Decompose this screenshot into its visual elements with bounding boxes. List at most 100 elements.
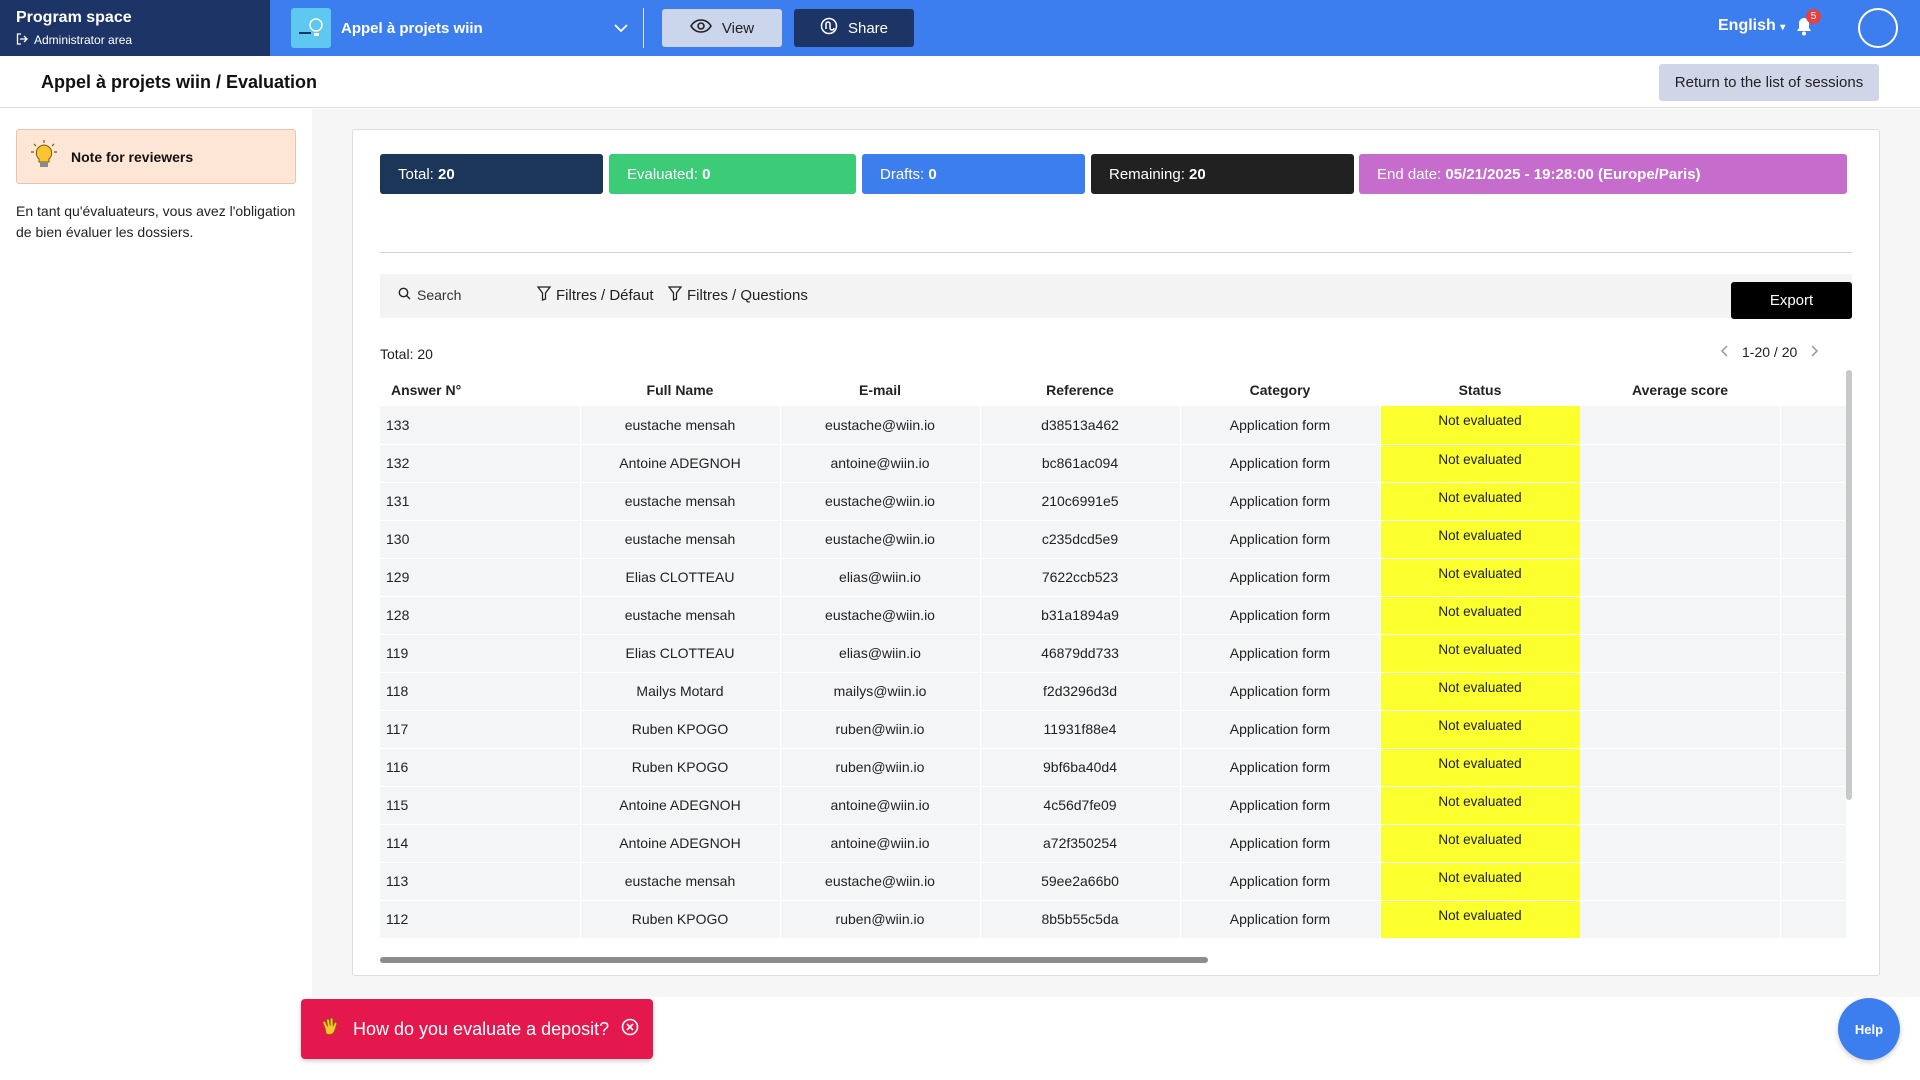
how-to-evaluate-label: How do you evaluate a deposit? [353,1018,610,1039]
full-name-cell: Mailys Motard [580,672,781,711]
reference-cell: 46879dd733 [980,634,1181,673]
table-row[interactable]: 113 eustache mensah eustache@wiin.io 59ee2a… [380,862,1846,901]
column-header[interactable]: Answer N° [380,374,580,406]
column-header[interactable]: Category [1180,374,1380,406]
page-title: Appel à projets wiin / Evaluation [41,72,318,92]
search-input[interactable]: Search [398,287,461,303]
close-circle-icon[interactable] [621,1018,639,1041]
table-row[interactable]: 117 Ruben KPOGO ruben@wiin.io 11931f88e4 App… [380,710,1846,749]
full-name-cell: eustache mensah [580,596,781,635]
row-spacer-cell [1780,786,1846,825]
chevron-right-icon[interactable] [1811,344,1819,360]
full-name-cell: eustache mensah [580,520,781,559]
table-row[interactable]: 131 eustache mensah eustache@wiin.io 210c69… [380,482,1846,521]
table-row[interactable]: 133 eustache mensah eustache@wiin.io d38513… [380,406,1846,445]
table-row[interactable]: 112 Ruben KPOGO ruben@wiin.io 8b5b55c5da App… [380,900,1846,939]
reference-cell: f2d3296d3d [980,672,1181,711]
reference-cell: c235dcd5e9 [980,520,1181,559]
status-cell: Not evaluated [1380,520,1581,559]
reference-cell: 8b5b55c5da [980,900,1181,939]
column-header[interactable]: Reference [980,374,1180,406]
status-cell: Not evaluated [1380,862,1581,901]
average-score-cell [1580,558,1781,597]
stat-remaining-value: 20 [1189,165,1206,183]
share-button[interactable]: Share [794,9,914,47]
search-placeholder: Search [417,287,462,303]
average-score-cell [1580,900,1781,939]
waving-hand-icon [319,1016,341,1043]
category-cell: Application form [1180,786,1381,825]
answer-number-cell: 116 [380,748,581,787]
return-to-sessions-button[interactable]: Return to the list of sessions [1659,64,1879,101]
divider [380,252,1852,253]
column-header[interactable]: Full Name [580,374,780,406]
row-spacer-cell [1780,482,1846,521]
stat-total: Total: 20 [380,154,603,194]
table-row[interactable]: 132 Antoine ADEGNOH antoine@wiin.io bc861ac… [380,444,1846,483]
table-row[interactable]: 116 Ruben KPOGO ruben@wiin.io 9bf6ba40d4 App… [380,748,1846,787]
search-icon [398,287,411,303]
category-cell: Application form [1180,406,1381,445]
filter-default-label: Filtres / Défaut [556,287,654,304]
table-row[interactable]: 114 Antoine ADEGNOH antoine@wiin.io a72f350… [380,824,1846,863]
stat-end-label: End date: [1377,165,1442,183]
stat-evaluated-value: 0 [702,165,711,183]
answer-number-cell: 131 [380,482,581,521]
horizontal-scrollbar[interactable] [380,957,1208,963]
project-selector[interactable]: Appel à projets wiin [291,8,632,48]
stat-drafts-label: Drafts: [880,165,925,183]
answer-number-cell: 133 [380,406,581,445]
filter-default-button[interactable]: Filtres / Défaut [536,286,654,305]
view-button[interactable]: View [662,9,782,47]
administrator-area-link[interactable]: Administrator area [16,32,254,48]
chevron-left-icon[interactable] [1720,344,1728,360]
user-avatar[interactable] [1858,8,1898,48]
reference-cell: 59ee2a66b0 [980,862,1181,901]
filter-questions-button[interactable]: Filtres / Questions [667,286,808,305]
note-text: En tant qu'évaluateurs, vous avez l'obli… [16,203,296,240]
average-score-cell [1580,482,1781,521]
category-cell: Application form [1180,482,1381,521]
column-header[interactable]: Status [1380,374,1580,406]
reference-cell: bc861ac094 [980,444,1181,483]
full-name-cell: Ruben KPOGO [580,900,781,939]
table-row[interactable]: 129 Elias CLOTTEAU elias@wiin.io 7622ccb523… [380,558,1846,597]
table-body: 133 eustache mensah eustache@wiin.io d38513… [380,406,1846,939]
vertical-scrollbar[interactable] [1846,370,1852,800]
row-spacer-cell [1780,900,1846,939]
stat-total-label: Total: [398,165,434,183]
table-row[interactable]: 119 Elias CLOTTEAU elias@wiin.io 46879dd733… [380,634,1846,673]
stat-total-value: 20 [438,165,455,183]
category-cell: Application form [1180,862,1381,901]
table-row[interactable]: 130 eustache mensah eustache@wiin.io c235dc… [380,520,1846,559]
answer-number-cell: 129 [380,558,581,597]
chevron-down-icon [614,20,628,37]
table-row[interactable]: 118 Mailys Motard mailys@wiin.io f2d3296d3d… [380,672,1846,711]
note-for-reviewers: Note for reviewers [16,129,296,184]
table-row[interactable]: 128 eustache mensah eustache@wiin.io b31a18… [380,596,1846,635]
column-header-spacer [1780,374,1846,406]
category-cell: Application form [1180,900,1381,939]
lightbulb-icon [31,139,57,174]
column-header[interactable]: Average score [1580,374,1780,406]
administrator-area-label: Administrator area [34,33,133,47]
table-row[interactable]: 115 Antoine ADEGNOH antoine@wiin.io 4c56d7f… [380,786,1846,825]
full-name-cell: eustache mensah [580,482,781,521]
how-to-evaluate-button[interactable]: How do you evaluate a deposit? [301,999,653,1059]
status-cell: Not evaluated [1380,482,1581,521]
status-cell: Not evaluated [1380,900,1581,939]
category-cell: Application form [1180,672,1381,711]
average-score-cell [1580,748,1781,787]
answer-number-cell: 114 [380,824,581,863]
reference-cell: 4c56d7fe09 [980,786,1181,825]
stat-drafts: Drafts: 0 [862,154,1085,194]
title-bar: Appel à projets wiin / Evaluation Return… [0,56,1920,108]
category-cell: Application form [1180,748,1381,787]
column-header[interactable]: E-mail [780,374,980,406]
export-button[interactable]: Export [1731,282,1852,319]
help-button[interactable]: Help [1838,998,1900,1060]
language-selector[interactable]: English ▾ [1718,17,1785,35]
answer-number-cell: 115 [380,786,581,825]
row-spacer-cell [1780,596,1846,635]
table-header-row: Answer N° Full Name E-mail Reference Cat… [380,374,1846,406]
